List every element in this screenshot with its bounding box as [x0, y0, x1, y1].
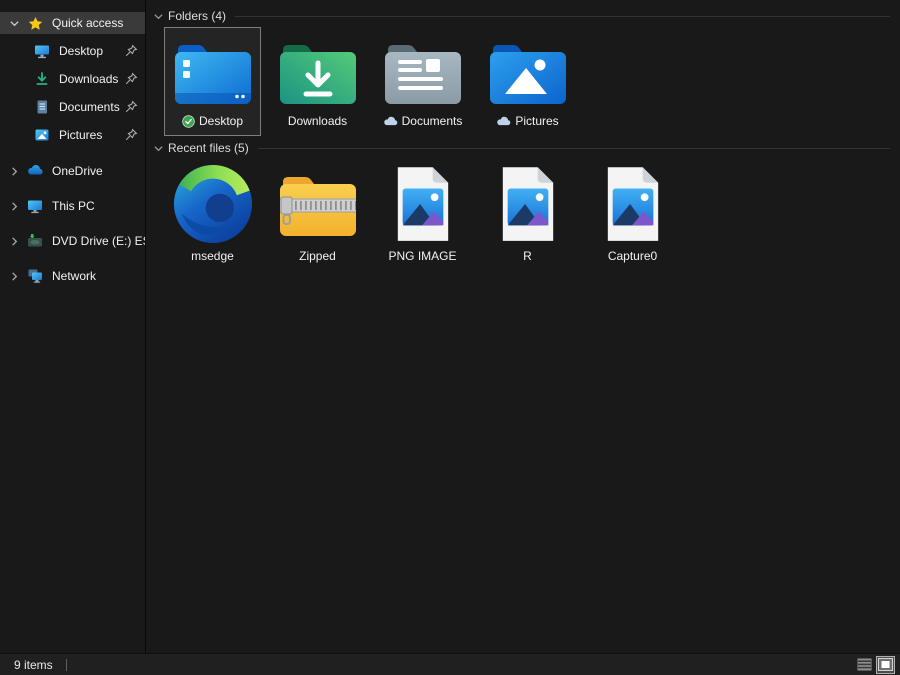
chevron-down-icon[interactable] — [152, 10, 164, 22]
zipped-folder-icon — [278, 159, 358, 249]
picture-mini-icon — [34, 127, 50, 143]
item-label: PNG IMAGE — [388, 249, 456, 263]
sidebar-item-label: Pictures — [59, 128, 102, 142]
chevron-right-icon[interactable] — [8, 270, 20, 282]
image-file-icon — [602, 159, 664, 249]
thumbnail-view-button[interactable] — [876, 656, 895, 674]
section-divider — [258, 148, 890, 149]
pin-icon[interactable] — [124, 72, 138, 86]
folder-tile-desktop[interactable]: Desktop — [160, 27, 265, 136]
monitor-icon — [27, 198, 43, 214]
item-label: Documents — [402, 114, 463, 128]
section-title: Folders (4) — [168, 9, 226, 23]
statusbar-separator — [66, 659, 67, 671]
item-label: msedge — [191, 249, 234, 263]
item-label: Pictures — [515, 114, 558, 128]
items-count: 9 items — [14, 658, 53, 672]
section-header-folders[interactable]: Folders (4) — [152, 8, 890, 24]
navigation-pane: Quick access Desktop Downloads Doc — [0, 0, 146, 653]
sidebar-item-pictures[interactable]: Pictures — [0, 124, 145, 146]
item-label: Zipped — [299, 249, 336, 263]
sync-ok-badge-icon — [182, 115, 195, 128]
section-divider — [235, 16, 890, 17]
sidebar-item-label: Network — [52, 269, 96, 283]
chevron-right-icon[interactable] — [8, 165, 20, 177]
sidebar-item-this-pc[interactable]: This PC — [0, 195, 145, 217]
sidebar-item-desktop[interactable]: Desktop — [0, 40, 145, 62]
dvd-drive-icon — [27, 233, 43, 249]
item-label: Capture0 — [608, 249, 657, 263]
section-header-recent-files[interactable]: Recent files (5) — [152, 140, 890, 156]
edge-logo-icon — [172, 159, 254, 249]
desktop-folder-icon — [173, 29, 253, 114]
file-tile-capture0[interactable]: Capture0 — [580, 158, 685, 272]
folders-row: Desktop — [147, 27, 900, 136]
pin-icon[interactable] — [124, 128, 138, 142]
download-mini-icon — [34, 71, 50, 87]
chevron-down-icon[interactable] — [8, 17, 20, 29]
sidebar-item-dvd-drive[interactable]: DVD Drive (E:) ESD- — [0, 230, 145, 252]
sidebar-item-label: This PC — [52, 199, 95, 213]
sidebar-item-label: Downloads — [59, 72, 118, 86]
image-file-icon — [392, 159, 454, 249]
item-label: Desktop — [199, 114, 243, 128]
item-label: Downloads — [288, 114, 347, 128]
desktop-mini-icon — [34, 43, 50, 59]
sidebar-item-onedrive[interactable]: OneDrive — [0, 160, 145, 182]
folder-tile-pictures[interactable]: Pictures — [475, 27, 580, 136]
item-label: R — [523, 249, 532, 263]
documents-folder-icon — [383, 29, 463, 114]
cloud-badge-icon — [383, 116, 398, 126]
file-tile-r[interactable]: R — [475, 158, 580, 272]
sidebar-item-label: Quick access — [52, 16, 123, 30]
view-toggle-buttons — [855, 656, 895, 674]
document-mini-icon — [34, 99, 50, 115]
file-tile-png-image[interactable]: PNG IMAGE — [370, 158, 475, 272]
star-icon — [27, 15, 43, 31]
sidebar-item-label: Documents — [59, 100, 120, 114]
folder-tile-documents[interactable]: Documents — [370, 27, 475, 136]
network-icon — [27, 268, 43, 284]
image-file-icon — [497, 159, 559, 249]
recent-files-row: msedge — [147, 158, 900, 272]
details-view-button[interactable] — [855, 656, 874, 674]
chevron-down-icon[interactable] — [152, 142, 164, 154]
cloud-badge-icon — [496, 116, 511, 126]
sidebar-item-network[interactable]: Network — [0, 265, 145, 287]
pictures-folder-icon — [488, 29, 568, 114]
sidebar-item-documents[interactable]: Documents — [0, 96, 145, 118]
folder-tile-downloads[interactable]: Downloads — [265, 27, 370, 136]
sidebar-item-label: DVD Drive (E:) ESD- — [52, 234, 145, 248]
sidebar-item-downloads[interactable]: Downloads — [0, 68, 145, 90]
chevron-right-icon[interactable] — [8, 235, 20, 247]
thumbnail-view-icon — [878, 658, 893, 671]
status-bar: 9 items — [0, 653, 900, 675]
pin-icon[interactable] — [124, 100, 138, 114]
file-explorer-window: Quick access Desktop Downloads Doc — [0, 0, 900, 675]
sidebar-item-quick-access[interactable]: Quick access — [0, 12, 145, 34]
onedrive-cloud-icon — [27, 163, 43, 179]
section-title: Recent files (5) — [168, 141, 249, 155]
pin-icon[interactable] — [124, 44, 138, 58]
items-view: Folders (4) — [147, 0, 900, 653]
file-tile-msedge[interactable]: msedge — [160, 158, 265, 272]
details-view-icon — [857, 658, 872, 671]
file-tile-zipped[interactable]: Zipped — [265, 158, 370, 272]
downloads-folder-icon — [278, 29, 358, 114]
sidebar-item-label: OneDrive — [52, 164, 103, 178]
sidebar-item-label: Desktop — [59, 44, 103, 58]
chevron-right-icon[interactable] — [8, 200, 20, 212]
